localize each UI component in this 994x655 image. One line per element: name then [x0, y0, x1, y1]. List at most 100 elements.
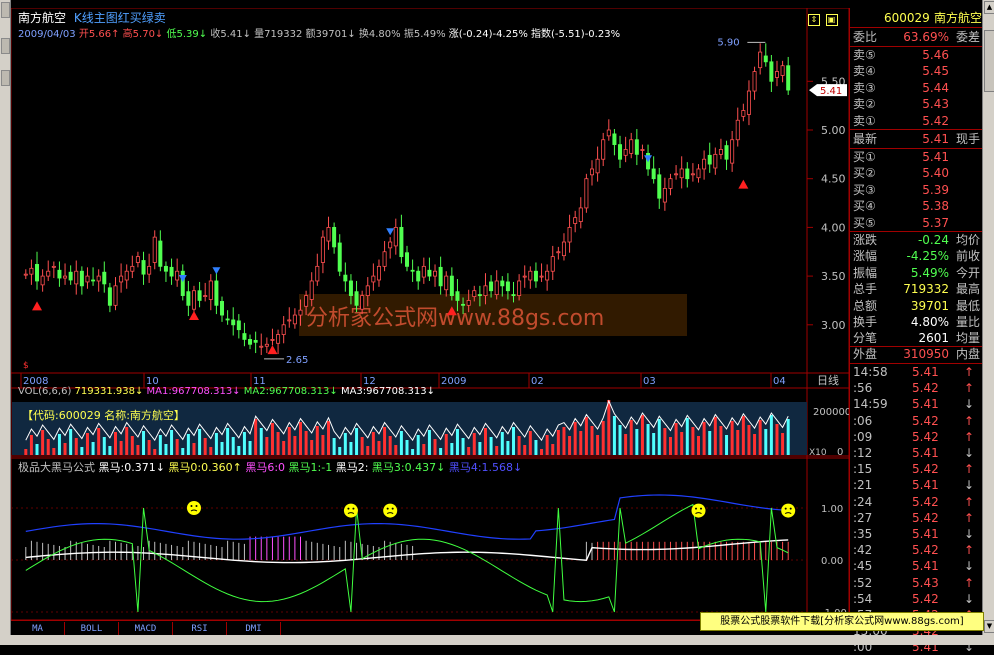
left-toolbar-grip[interactable]	[1, 2, 10, 18]
chart-window-buttons[interactable]: ⇕ ▣	[808, 12, 846, 26]
volume-bar	[388, 436, 392, 455]
volume-bar	[758, 420, 762, 455]
tab-dmi[interactable]: DMI	[227, 622, 281, 636]
tick-arrow-icon: ↓	[964, 591, 975, 606]
restore-icon[interactable]: ⇕	[808, 14, 820, 26]
chart-canvas[interactable]: 5.505.004.504.003.503.005.41分析家公式网www.88…	[10, 7, 851, 621]
candle-body	[376, 265, 381, 281]
indicator-axis-label: 1.00	[821, 504, 843, 515]
tab-rsi[interactable]: RSI	[173, 622, 227, 636]
stock-name: 南方航空	[18, 11, 67, 25]
volume-bar	[719, 426, 723, 455]
volume-bar	[635, 429, 639, 455]
quote-label: 换手	[853, 315, 878, 329]
price-axis-label: 4.50	[821, 173, 846, 186]
scroll-thumb[interactable]	[984, 30, 994, 92]
tick-row[interactable]: :35 5.41 ↓	[850, 526, 983, 542]
volume-bar	[102, 437, 106, 455]
tick-time: :15	[853, 462, 873, 477]
tick-row[interactable]: :27 5.42 ↑	[850, 510, 983, 526]
left-toolbar-grip-2[interactable]	[1, 38, 10, 54]
tick-row[interactable]: :21 5.41 ↓	[850, 477, 983, 493]
sells-row: 卖⑤ 5.46	[850, 47, 983, 63]
smiley-icon	[781, 503, 796, 518]
tick-row[interactable]: :24 5.42 ↑	[850, 494, 983, 510]
tick-time: :42	[853, 543, 873, 558]
tick-price: 5.41	[912, 478, 939, 493]
volume-bar	[455, 429, 459, 455]
volume-bar	[523, 445, 527, 455]
formula-name[interactable]: K线主图红买绿卖	[74, 11, 166, 25]
tick-row[interactable]: :52 5.43 ↑	[850, 575, 983, 591]
candle-body	[270, 339, 275, 341]
tick-row[interactable]: :42 5.42 ↑	[850, 542, 983, 558]
candle-body	[130, 265, 135, 272]
tick-row[interactable]: :06 5.42 ↑	[850, 413, 983, 429]
tick-time: :35	[853, 527, 873, 541]
volume-bar	[573, 422, 577, 455]
tick-row[interactable]: 14:59 5.41 ↓	[850, 396, 983, 412]
candle-body	[287, 319, 292, 322]
volume-bar	[142, 431, 146, 455]
volume-bar	[254, 419, 258, 455]
volume-bar	[730, 421, 734, 455]
candle-body	[141, 260, 146, 275]
volume-bar	[495, 446, 499, 455]
sells-row: 卖④ 5.45	[850, 63, 983, 79]
candle-body	[63, 275, 68, 279]
candle-body	[382, 251, 387, 267]
price-axis-label: 4.00	[821, 221, 846, 234]
scroll-down-icon[interactable]: ▼	[984, 620, 994, 633]
vertical-scrollbar[interactable]: ▲ ▼	[982, 0, 994, 645]
quote-panel: 600029 南方航空 委比 63.69% 委差 卖⑤ 5.46 卖④ 5.45 卖③ 5…	[849, 8, 983, 654]
volume-bar	[467, 447, 471, 455]
candle-body	[253, 339, 258, 343]
tab-ma[interactable]: MA	[11, 622, 65, 636]
left-toolbar-grip-3[interactable]	[1, 70, 10, 86]
quote-value: -0.24	[917, 233, 949, 247]
candle-body	[455, 291, 460, 301]
tab-macd[interactable]: MACD	[119, 622, 173, 636]
volume-bar	[237, 446, 241, 455]
tick-row[interactable]: :15 5.42 ↑	[850, 461, 983, 477]
smiley-eye-icon	[386, 507, 389, 510]
scroll-up-icon[interactable]: ▲	[984, 1, 994, 14]
tab-boll[interactable]: BOLL	[65, 622, 119, 636]
volume-bar	[556, 430, 560, 455]
volume-bar	[383, 427, 387, 455]
tick-row[interactable]: :45 5.41 ↓	[850, 558, 983, 574]
quote-value: 5.43	[922, 97, 949, 112]
quote-label: 振幅	[853, 265, 878, 280]
tick-row[interactable]: :54 5.42 ↓	[850, 591, 983, 607]
candle-body	[343, 274, 348, 282]
volume-bar	[775, 424, 779, 455]
ad-banner[interactable]: 股票公式股票软件下载[分析家公式网www.88gs.com]	[700, 612, 984, 631]
tick-row[interactable]: :09 5.42 ↑	[850, 429, 983, 445]
candle-body	[550, 256, 555, 272]
volume-bar	[444, 434, 448, 455]
tick-price: 5.41	[912, 446, 939, 460]
volume-bar	[209, 447, 213, 455]
candle-body	[483, 285, 488, 296]
ohlcrow-item: 指数(-5.51)-0.23%	[527, 29, 621, 40]
volume-bar	[360, 437, 364, 455]
ohlcrow-item: 收5.41↓	[207, 29, 251, 40]
candle-body	[584, 178, 589, 209]
volume-bar	[186, 434, 190, 455]
volume-bar	[590, 426, 594, 455]
maximize-icon[interactable]: ▣	[825, 14, 838, 26]
tick-row[interactable]: :56 5.42 ↑	[850, 380, 983, 396]
volume-bar	[231, 437, 235, 455]
buy-signal-icon	[32, 301, 43, 311]
quote-label: 卖④	[853, 64, 876, 79]
volume-bar	[315, 426, 319, 455]
kline-chart-area[interactable]: 5.50 5.00 4.50 4.00 3.50 3.00 5.41 分析家公式网www.88…	[10, 7, 851, 621]
ratio-value: 63.69%	[903, 30, 949, 44]
volume-bar	[624, 434, 628, 455]
tick-row[interactable]: 14:58 5.41 ↑	[850, 364, 983, 380]
volume-bar	[108, 446, 112, 455]
quote-extra-label: 今开	[955, 265, 980, 280]
candle-body	[135, 256, 140, 263]
outer-disk-row: 外盘 310950 内盘	[850, 346, 983, 362]
tick-row[interactable]: :12 5.41 ↓	[850, 445, 983, 461]
